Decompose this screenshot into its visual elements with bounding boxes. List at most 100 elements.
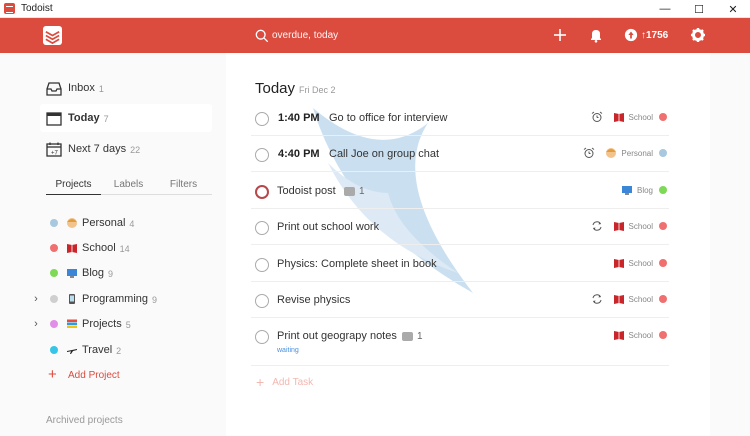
books-emoji-icon: [67, 244, 77, 253]
project-item-school[interactable]: School 14: [30, 237, 220, 259]
task-project-name[interactable]: School: [629, 295, 653, 304]
tab-projects[interactable]: Projects: [46, 179, 101, 195]
task-label-waiting[interactable]: waiting: [277, 347, 299, 354]
task-project-name[interactable]: School: [629, 331, 653, 340]
task-item[interactable]: Todoist post 1 Blog: [251, 173, 669, 209]
books-emoji-icon: [613, 222, 624, 231]
add-task-plus-icon[interactable]: [552, 27, 568, 43]
search-input[interactable]: overdue, today: [272, 30, 338, 41]
comment-icon: [402, 332, 413, 341]
person-emoji-icon: [606, 148, 617, 158]
add-task-button[interactable]: + Add Task: [256, 374, 313, 390]
task-project-name[interactable]: Personal: [621, 149, 653, 158]
task-meta: Blog: [621, 182, 669, 198]
project-item-travel[interactable]: Travel 2: [30, 339, 220, 361]
sidebar-item-label: Inbox: [68, 82, 95, 94]
project-item-personal[interactable]: Personal 4: [30, 212, 220, 234]
task-checkbox[interactable]: [255, 330, 269, 344]
task-item[interactable]: Physics: Complete sheet in book School: [251, 246, 669, 282]
add-project-button[interactable]: + Add Project: [48, 366, 120, 383]
sidebar: Inbox 1 Today 7 +7 Next 7 days 22 Projec…: [0, 53, 226, 436]
karma-icon: [624, 28, 638, 42]
alarm-clock-icon[interactable]: [583, 147, 595, 159]
karma-value: ↑1756: [641, 29, 669, 41]
chevron-right-icon[interactable]: ›: [30, 293, 42, 305]
calendar-week-icon: +7: [46, 142, 62, 157]
task-content[interactable]: Print out geograpy notes: [277, 330, 397, 342]
karma-score[interactable]: ↑1756: [624, 27, 668, 43]
task-project-name[interactable]: School: [629, 113, 653, 122]
phone-emoji-icon: [69, 294, 75, 304]
page-heading: Today Fri Dec 2: [255, 80, 336, 97]
task-content[interactable]: Print out school work: [277, 221, 379, 233]
project-item-blog[interactable]: Blog 9: [30, 262, 220, 284]
alarm-clock-icon[interactable]: [591, 111, 603, 123]
books-emoji-icon: [613, 259, 624, 268]
books-emoji-icon: [613, 113, 624, 122]
task-project-name[interactable]: Blog: [637, 186, 653, 195]
sidebar-item-next-7-days[interactable]: +7 Next 7 days 22: [40, 135, 212, 163]
task-checkbox[interactable]: [255, 112, 269, 126]
project-color-dot: [659, 259, 667, 267]
quick-find-search[interactable]: overdue, today: [255, 27, 338, 44]
sidebar-item-today[interactable]: Today 7: [40, 104, 212, 132]
window-titlebar: Todoist — ☐ ✕: [0, 0, 750, 18]
window-title: Todoist: [21, 3, 53, 14]
person-emoji-icon: [67, 218, 77, 228]
sidebar-item-count: 22: [130, 145, 141, 155]
todoist-home-icon[interactable]: [43, 26, 62, 45]
task-meta: School: [591, 218, 669, 234]
right-gutter: [710, 53, 750, 436]
top-bar: overdue, today ↑1756: [0, 18, 750, 53]
task-item[interactable]: Print out geograpy notes 1 waiting Schoo…: [251, 318, 669, 366]
project-count: 9: [152, 295, 158, 305]
calendar-today-icon: [46, 111, 62, 126]
add-project-label: Add Project: [68, 369, 120, 381]
search-icon: [255, 29, 269, 42]
project-name: School: [82, 242, 116, 254]
task-time: 4:40 PM: [278, 148, 320, 160]
task-content[interactable]: Physics: Complete sheet in book: [277, 258, 437, 270]
task-item[interactable]: 1:40 PM Go to office for interview Schoo…: [251, 100, 669, 136]
recurring-icon: [592, 294, 602, 304]
project-count: 9: [108, 269, 114, 279]
task-content[interactable]: Call Joe on group chat: [329, 148, 439, 160]
task-content[interactable]: Todoist post: [277, 185, 336, 197]
task-item[interactable]: Print out school work School: [251, 209, 669, 245]
project-count: 4: [129, 219, 135, 229]
task-checkbox[interactable]: [255, 221, 269, 235]
task-comments[interactable]: 1: [402, 331, 423, 342]
plus-icon: +: [48, 366, 57, 383]
task-item[interactable]: 4:40 PM Call Joe on group chat Personal: [251, 136, 669, 172]
task-checkbox[interactable]: [255, 258, 269, 272]
task-checkbox[interactable]: [255, 148, 269, 162]
task-project-name[interactable]: School: [629, 259, 653, 268]
sidebar-item-inbox[interactable]: Inbox 1: [40, 74, 212, 102]
notifications-bell-icon[interactable]: [588, 27, 604, 43]
task-comments[interactable]: 1: [344, 186, 365, 197]
task-content[interactable]: Go to office for interview: [329, 112, 447, 124]
maximize-button[interactable]: ☐: [682, 0, 716, 18]
close-button[interactable]: ✕: [716, 0, 750, 18]
chevron-right-icon[interactable]: ›: [30, 318, 42, 330]
settings-gear-icon[interactable]: [690, 27, 706, 43]
task-project-name[interactable]: School: [629, 222, 653, 231]
task-checkbox[interactable]: [255, 185, 269, 199]
archived-projects-link[interactable]: Archived projects: [46, 415, 123, 426]
project-color-dot: [50, 244, 58, 252]
task-meta: School: [591, 109, 669, 125]
project-item-programming[interactable]: › Programming 9: [30, 288, 220, 310]
minimize-button[interactable]: —: [648, 0, 682, 18]
task-content[interactable]: Revise physics: [277, 294, 350, 306]
sidebar-item-count: 7: [103, 114, 109, 124]
project-name: Travel: [82, 344, 113, 356]
project-item-projects[interactable]: › Projects 5: [30, 313, 220, 335]
inbox-icon: [46, 81, 62, 96]
task-checkbox[interactable]: [255, 294, 269, 308]
task-item[interactable]: Revise physics School: [251, 282, 669, 318]
tab-labels[interactable]: Labels: [101, 179, 156, 195]
task-meta: School: [591, 291, 669, 307]
tab-filters[interactable]: Filters: [156, 179, 211, 195]
project-name: Personal: [82, 217, 126, 229]
comment-count: 1: [359, 186, 365, 197]
